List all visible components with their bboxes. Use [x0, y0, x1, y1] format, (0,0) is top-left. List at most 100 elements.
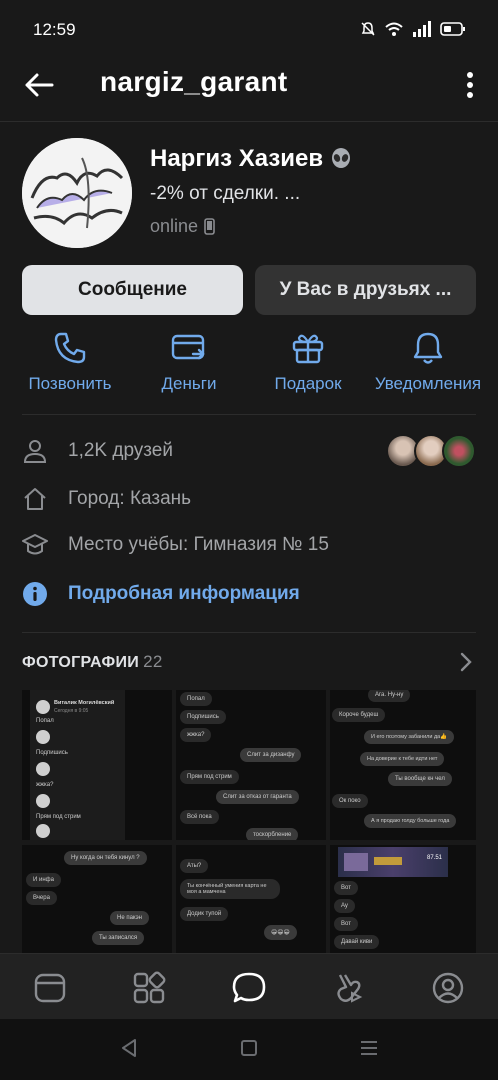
profile-name-text: Наргиз Хазиев [150, 145, 324, 172]
call-action[interactable]: Позвонить [10, 330, 130, 394]
photos-title: ФОТОГРАФИИ [22, 654, 140, 671]
mute-bell-icon [361, 22, 375, 36]
mini-avatar [36, 730, 50, 744]
game-thumbnail [344, 853, 368, 871]
divider [22, 414, 476, 415]
photo-thumbnail[interactable]: Аты? Ты кончённый умения карта не моя а … [176, 845, 326, 953]
photo-thumbnail[interactable]: Ну когда он тебя кинул ? И инфа Вчера Не… [22, 845, 172, 953]
info-icon [23, 582, 47, 606]
chat-bubble: Ты вообще кн чел [388, 772, 452, 786]
game-value: 87.51 [426, 855, 442, 861]
messages-icon [232, 972, 266, 1003]
chat-bubble: И его поэтому забанили да👍 [364, 730, 455, 744]
photos-header[interactable]: ФОТОГРАФИИ 22 [22, 652, 163, 672]
photo-text: Прям под стрим [36, 814, 81, 820]
bell-icon [413, 332, 443, 364]
system-home-icon[interactable] [239, 1037, 259, 1059]
mini-avatar [36, 824, 50, 838]
more-menu-icon[interactable] [464, 70, 476, 100]
friends-row[interactable]: 1,2K друзей [22, 436, 173, 466]
photo-text: Виталик Могилёвский [54, 700, 115, 706]
photos-count: 22 [143, 652, 163, 671]
home-outline-icon [24, 488, 46, 510]
chevron-right-icon[interactable] [460, 652, 472, 672]
photo-text: Попал [36, 718, 54, 724]
chat-bubble: Короче будеш [332, 708, 386, 722]
money-card-icon [171, 334, 205, 360]
call-label: Позвонить [28, 374, 112, 393]
chat-bubble: Слит за отказ от гаранта [216, 790, 299, 804]
photo-text: жжка? [36, 782, 54, 788]
chat-bubble: 😁😁😁 [264, 925, 297, 940]
nav-messages[interactable] [229, 968, 269, 1008]
chat-bubble: А я продаю голду больше года [364, 814, 457, 828]
photo-thumbnail[interactable]: Попал Подпишись жжка? Слит за дизанфу Пр… [176, 690, 326, 840]
chat-bubble: тоскорбление [246, 828, 299, 840]
page-title: nargiz_garant [100, 66, 288, 97]
system-navigation [0, 1019, 498, 1080]
alien-emoji-icon [332, 148, 351, 168]
chat-bubble: Подпишись [180, 710, 226, 724]
chat-bubble: И инфа [26, 873, 61, 887]
wifi-icon [385, 22, 403, 36]
nav-profile[interactable] [428, 968, 468, 1008]
profile-header: nargiz_garant [0, 62, 498, 122]
system-back-icon[interactable] [118, 1037, 140, 1059]
photo-thumbnail[interactable]: Ага. Ну-ну Короче будеш И его поэтому за… [330, 690, 476, 840]
online-status: online [150, 216, 215, 237]
friend-avatars[interactable] [386, 434, 476, 468]
system-recents-icon[interactable] [358, 1037, 380, 1059]
gift-icon [292, 334, 324, 364]
nav-clips[interactable] [329, 968, 369, 1008]
back-arrow-icon[interactable] [22, 68, 56, 102]
chat-bubble: Додик тупой [180, 907, 229, 921]
chat-bubble: Ок поко [332, 794, 368, 808]
status-bar: 12:59 [0, 0, 498, 62]
chat-bubble: Ага. Ну-ну [368, 690, 411, 702]
details-link: Подробная информация [68, 583, 300, 604]
friends-button[interactable]: У Вас в друзьях ... [255, 265, 476, 315]
phone-icon [54, 332, 86, 364]
avatar[interactable] [22, 138, 132, 248]
mobile-phone-icon [204, 218, 215, 235]
game-button [374, 857, 402, 865]
chat-bubble: На доверие к тебе идти нет [360, 752, 445, 766]
chat-bubble: Вчера [26, 891, 57, 905]
chat-bubble: Слит за дизанфу [240, 748, 302, 762]
details-row[interactable]: Подробная информация [22, 579, 300, 609]
school-text: Место учёбы: Гимназия № 15 [68, 534, 329, 555]
chat-bubble: Прям под стрим [180, 770, 239, 784]
nav-services[interactable] [129, 968, 169, 1008]
chat-bubble: Ау [334, 899, 355, 913]
message-button[interactable]: Сообщение [22, 265, 243, 315]
chat-bubble: Аты? [180, 859, 209, 873]
chat-bubble: Ты кончённый умения карта не моя а мамче… [180, 879, 280, 899]
chat-bubble: Ну когда он тебя кинул ? [64, 851, 147, 865]
gift-action[interactable]: Подарок [248, 330, 368, 394]
person-icon [23, 440, 47, 463]
photo-thumbnail[interactable]: Виталик Могилёвский Сегодня в 9:05 Попал… [22, 690, 172, 840]
notifications-label: Уведомления [374, 374, 482, 393]
city-text: Город: Казань [68, 488, 192, 509]
notifications-action[interactable]: Уведомления [368, 330, 488, 394]
services-icon [133, 971, 166, 1004]
chat-bubble: Ты записался [92, 931, 145, 945]
money-label: Деньги [161, 374, 217, 393]
money-action[interactable]: Деньги [129, 330, 249, 394]
chat-bubble: Всё пока [180, 810, 219, 824]
signal-icon [413, 21, 431, 37]
chat-bubble: Не пакэн [110, 911, 149, 925]
clips-icon [337, 974, 363, 1003]
profile-actions: Позвонить Деньги Подарок Уведомления [0, 330, 498, 408]
mini-avatar [36, 794, 50, 808]
profile-icon [432, 972, 464, 1004]
friend-avatar [442, 434, 476, 468]
photo-thumbnail[interactable]: 87.51 Вот Ау Вот Давай киви [330, 845, 476, 953]
mini-avatar [36, 762, 50, 776]
bottom-navigation [0, 953, 498, 1019]
divider [22, 632, 476, 633]
nav-home[interactable] [30, 968, 70, 1008]
mini-avatar [36, 700, 50, 714]
battery-icon [440, 22, 465, 36]
home-icon [34, 973, 66, 1003]
